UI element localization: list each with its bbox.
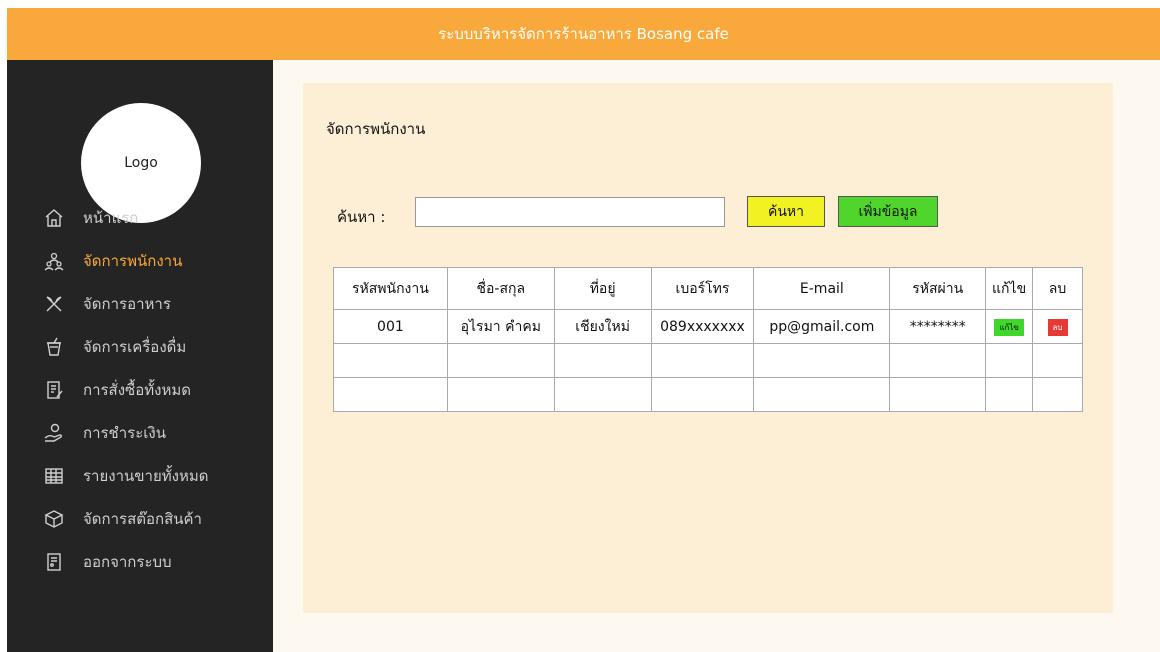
sidebar-item-orders[interactable]: การสั่งซื้อทั้งหมด [7,373,273,407]
order-icon [43,379,65,401]
column-header: แก้ไข [985,267,1034,310]
add-data-button[interactable]: เพิ่มข้อมูล [838,196,938,227]
password-cell: ******** [889,309,987,344]
empty-cell [650,377,755,412]
employee-table: รหัสพนักงาน ชื่อ-สกุล ที่อยู่ เบอร์โทร E… [333,267,1083,412]
main-content: จัดการพนักงาน ค้นหา : ค้นหา เพิ่มข้อมูล … [273,60,1160,652]
app-header: ระบบบริหารจัดการร้านอาหาร Bosang cafe [7,8,1160,60]
sidebar-item-label: จัดการเครื่องดื่ม [83,338,187,356]
address-cell: เชียงใหม่ [553,309,652,344]
empty-cell [446,377,555,412]
edit-button[interactable]: แก้ไข [994,318,1024,336]
search-button[interactable]: ค้นหา [747,196,825,227]
column-header: รหัสพนักงาน [333,267,448,310]
logo-text: Logo [124,155,158,171]
sidebar-item-label: จัดการอาหาร [83,295,171,313]
empty-cell [1032,377,1083,412]
empty-cell [1032,343,1083,378]
search-input[interactable] [415,197,725,227]
logout-icon [43,551,65,573]
name-cell: อุไรมา คำคม [446,309,555,344]
sidebar: Logo หน้าแรก จัดการพนักงาน จัดการอาหาร จ… [7,60,273,652]
sidebar-item-label: ออกจากระบบ [83,553,172,571]
home-icon [43,207,65,229]
delete-cell: ลบ [1032,309,1083,344]
sidebar-item-drinks[interactable]: จัดการเครื่องดื่ม [7,330,273,364]
empty-cell [553,343,652,378]
column-header: E-mail [753,267,891,310]
sidebar-item-employees[interactable]: จัดการพนักงาน [7,244,273,278]
column-header: ที่อยู่ [553,267,652,310]
app-title: ระบบบริหารจัดการร้านอาหาร Bosang cafe [438,25,729,43]
email-cell: pp@gmail.com [753,309,891,344]
edit-cell: แก้ไข [985,309,1034,344]
empty-cell [889,377,987,412]
employee-id-cell: 001 [333,309,448,344]
page-title: จัดการพนักงาน [326,120,426,138]
sidebar-item-label: การสั่งซื้อทั้งหมด [83,381,191,399]
sidebar-item-label: จัดการพนักงาน [83,252,183,270]
empty-cell [985,343,1034,378]
sidebar-item-label: หน้าแรก [83,209,139,227]
report-icon [43,465,65,487]
sidebar-item-stock[interactable]: จัดการสต๊อกสินค้า [7,502,273,536]
sidebar-item-food[interactable]: จัดการอาหาร [7,287,273,321]
table-row: 001 อุไรมา คำคม เชียงใหม่ 089xxxxxxx pp@… [333,309,1083,344]
stock-icon [43,508,65,530]
search-label: ค้นหา : [337,208,386,226]
empty-cell [889,343,987,378]
payment-icon [43,422,65,444]
empty-cell [985,377,1034,412]
sidebar-item-label: จัดการสต๊อกสินค้า [83,510,202,528]
users-icon [43,250,65,272]
content-panel: จัดการพนักงาน ค้นหา : ค้นหา เพิ่มข้อมูล … [303,83,1113,613]
empty-cell [446,343,555,378]
column-header: ชื่อ-สกุล [446,267,555,310]
empty-cell [553,377,652,412]
table-row [333,343,1083,378]
table-row [333,377,1083,412]
column-header: ลบ [1032,267,1083,310]
drink-icon [43,336,65,358]
empty-cell [753,377,891,412]
empty-cell [333,343,448,378]
utensils-icon [43,293,65,315]
sidebar-item-label: การชำระเงิน [83,424,166,442]
table-header-row: รหัสพนักงาน ชื่อ-สกุล ที่อยู่ เบอร์โทร E… [333,267,1083,310]
column-header: รหัสผ่าน [889,267,987,310]
sidebar-item-payment[interactable]: การชำระเงิน [7,416,273,450]
empty-cell [753,343,891,378]
sidebar-item-report[interactable]: รายงานขายทั้งหมด [7,459,273,493]
column-header: เบอร์โทร [650,267,755,310]
sidebar-item-label: รายงานขายทั้งหมด [83,467,209,485]
phone-cell: 089xxxxxxx [650,309,755,344]
sidebar-item-home[interactable]: หน้าแรก [7,201,273,235]
delete-button[interactable]: ลบ [1047,318,1068,336]
empty-cell [333,377,448,412]
sidebar-item-logout[interactable]: ออกจากระบบ [7,545,273,579]
empty-cell [650,343,755,378]
